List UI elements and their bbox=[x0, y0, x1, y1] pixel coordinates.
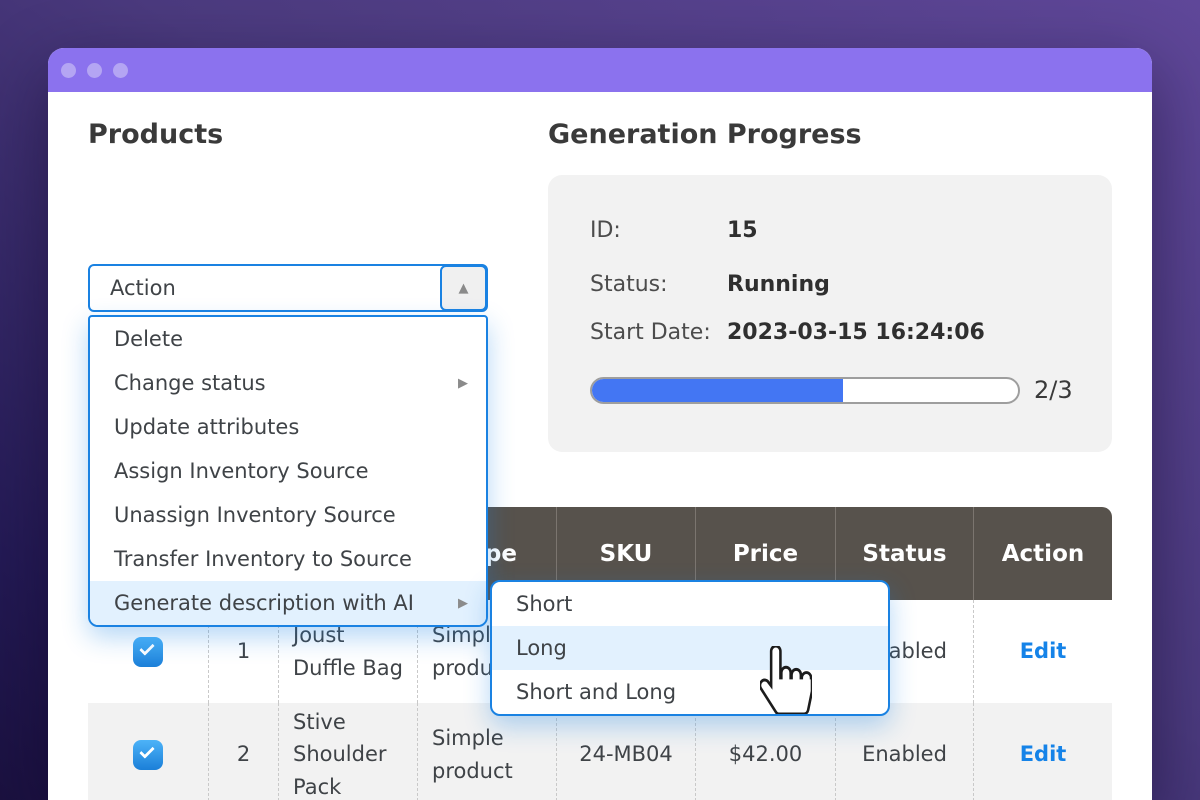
action-dropdown-menu: Delete Change status ▶ Update attributes… bbox=[88, 315, 488, 627]
number-cell: 2 bbox=[208, 703, 278, 800]
submenu-item-short-and-long[interactable]: Short and Long bbox=[492, 670, 888, 714]
menu-item-unassign-inventory-source[interactable]: Unassign Inventory Source bbox=[90, 493, 486, 537]
header-action-col: Action bbox=[973, 507, 1112, 600]
menu-item-update-attributes[interactable]: Update attributes bbox=[90, 405, 486, 449]
menu-item-delete[interactable]: Delete bbox=[90, 317, 486, 361]
menu-item-label: Delete bbox=[114, 327, 183, 351]
action-cell: Edit bbox=[973, 703, 1112, 800]
menu-item-transfer-inventory-to-source[interactable]: Transfer Inventory to Source bbox=[90, 537, 486, 581]
name-cell: Stive Shoulder Pack bbox=[278, 703, 417, 800]
field-value: 15 bbox=[727, 218, 758, 243]
submenu-item-long[interactable]: Long bbox=[492, 626, 888, 670]
progress-fill bbox=[592, 379, 843, 402]
action-select-label: Action bbox=[110, 276, 176, 300]
menu-item-label: Short bbox=[516, 592, 572, 616]
field-value: 2023-03-15 16:24:06 bbox=[727, 320, 985, 345]
progress-field-status: Status: Running bbox=[590, 269, 1112, 299]
products-title: Products bbox=[88, 120, 223, 150]
select-collapse-button[interactable]: ▲ bbox=[440, 265, 487, 311]
progress-bar bbox=[590, 377, 1020, 404]
submenu-arrow-icon: ▶ bbox=[458, 377, 468, 390]
generation-progress-card: ID: 15 Status: Running Start Date: 2023-… bbox=[548, 175, 1112, 452]
menu-item-label: Change status bbox=[114, 371, 266, 395]
action-select[interactable]: Action ▲ bbox=[88, 264, 488, 312]
menu-item-label: Assign Inventory Source bbox=[114, 459, 369, 483]
window-control-dot[interactable] bbox=[113, 63, 128, 78]
window-control-dot[interactable] bbox=[61, 63, 76, 78]
field-label: Status: bbox=[590, 272, 727, 297]
hand-pointer-cursor bbox=[760, 646, 812, 714]
menu-item-label: Update attributes bbox=[114, 415, 299, 439]
menu-item-generate-description-with-ai[interactable]: Generate description with AI ▶ bbox=[90, 581, 486, 625]
row-checkbox-checked[interactable] bbox=[133, 637, 163, 667]
triangle-up-icon: ▲ bbox=[459, 282, 469, 295]
description-submenu: Short Long Short and Long bbox=[490, 580, 890, 716]
menu-item-label: Long bbox=[516, 636, 567, 660]
progress-field-start-date: Start Date: 2023-03-15 16:24:06 bbox=[590, 317, 1112, 347]
menu-item-assign-inventory-source[interactable]: Assign Inventory Source bbox=[90, 449, 486, 493]
submenu-item-short[interactable]: Short bbox=[492, 582, 888, 626]
progress-bar-row: 2/3 bbox=[590, 376, 1073, 404]
type-cell: Simple product bbox=[417, 703, 556, 800]
progress-field-id: ID: 15 bbox=[590, 215, 1112, 245]
menu-item-label: Unassign Inventory Source bbox=[114, 503, 396, 527]
row-checkbox-checked[interactable] bbox=[133, 740, 163, 770]
checkbox-cell bbox=[88, 703, 208, 800]
menu-item-label: Transfer Inventory to Source bbox=[114, 547, 412, 571]
checkmark-icon bbox=[139, 743, 155, 759]
submenu-arrow-icon: ▶ bbox=[458, 597, 468, 610]
field-label: ID: bbox=[590, 218, 727, 243]
app-window: Products Generation Progress ID: 15 Stat… bbox=[48, 48, 1152, 800]
generation-progress-title: Generation Progress bbox=[548, 120, 862, 150]
price-cell: $42.00 bbox=[695, 703, 835, 800]
window-titlebar bbox=[48, 48, 1152, 92]
window-control-dot[interactable] bbox=[87, 63, 102, 78]
status-cell: Enabled bbox=[835, 703, 973, 800]
edit-link[interactable]: Edit bbox=[1020, 738, 1067, 771]
action-cell: Edit bbox=[973, 600, 1112, 703]
menu-item-change-status[interactable]: Change status ▶ bbox=[90, 361, 486, 405]
table-row: 2 Stive Shoulder Pack Simple product 24-… bbox=[88, 703, 1112, 800]
field-label: Start Date: bbox=[590, 320, 727, 345]
menu-item-label: Short and Long bbox=[516, 680, 676, 704]
sku-cell: 24-MB04 bbox=[556, 703, 695, 800]
progress-count-label: 2/3 bbox=[1034, 376, 1073, 404]
edit-link[interactable]: Edit bbox=[1020, 635, 1067, 668]
field-value: Running bbox=[727, 272, 830, 297]
menu-item-label: Generate description with AI bbox=[114, 591, 414, 615]
checkmark-icon bbox=[139, 640, 155, 656]
